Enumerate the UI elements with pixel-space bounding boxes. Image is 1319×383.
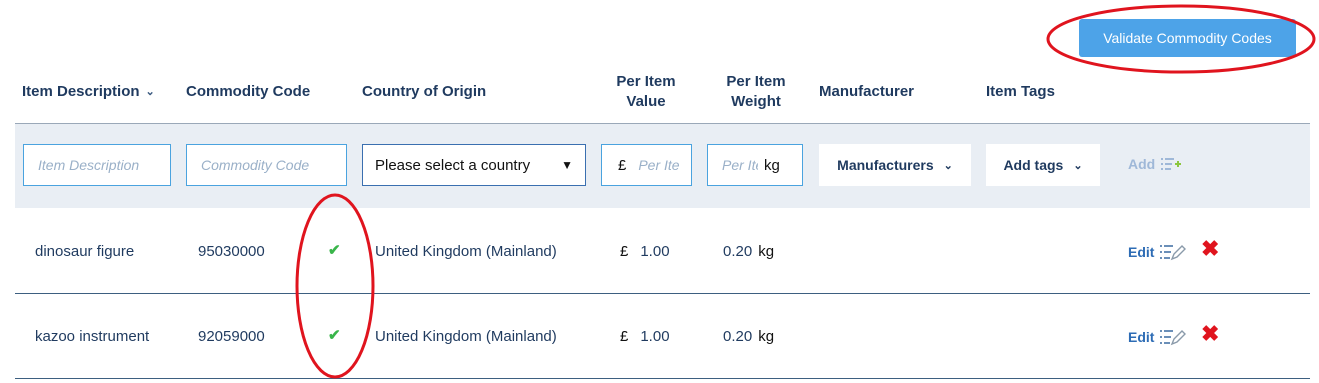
per-item-value-input[interactable]: £: [601, 144, 692, 186]
item-description-input[interactable]: [23, 144, 171, 186]
delete-icon[interactable]: ✖: [1201, 238, 1219, 260]
country-cell: United Kingdom (Mainland): [375, 243, 557, 260]
add-tags-dropdown[interactable]: Add tags ⌄: [986, 144, 1100, 186]
commodity-code-cell: 92059000: [198, 328, 265, 345]
chevron-down-icon[interactable]: ⌄: [146, 82, 155, 102]
edit-list-pencil-icon: [1160, 245, 1187, 261]
weight-unit: kg: [758, 328, 775, 345]
chevron-down-icon: ⌄: [1073, 159, 1083, 172]
manufacturers-dropdown[interactable]: Manufacturers ⌄: [819, 144, 971, 186]
annotation-ellipse-checks: [295, 193, 375, 379]
commodity-code-cell: 95030000: [198, 243, 265, 260]
per-item-value-text-input[interactable]: [636, 156, 681, 174]
column-header-label: Item Description: [22, 83, 140, 100]
country-select[interactable]: Please select a country ▼: [362, 144, 586, 186]
commodity-code-text-input[interactable]: [199, 156, 334, 174]
add-item-label: Add: [1128, 156, 1156, 172]
checkmark-icon: ✔: [328, 327, 341, 344]
list-plus-icon: [1161, 158, 1182, 170]
item-description-cell: dinosaur figure: [35, 243, 135, 260]
row-divider: [15, 378, 1310, 379]
per-item-weight-cell: 0.20 kg: [723, 242, 774, 262]
commodity-code-input[interactable]: [186, 144, 347, 186]
validate-commodity-codes-button[interactable]: Validate Commodity Codes: [1079, 19, 1296, 57]
per-item-weight-cell: 0.20 kg: [723, 327, 774, 347]
currency-symbol: £: [618, 156, 627, 174]
add-item-button[interactable]: Add: [1128, 156, 1182, 172]
weight-unit: kg: [758, 243, 775, 260]
weight-unit: kg: [764, 156, 780, 174]
edit-label: Edit: [1128, 244, 1155, 260]
per-item-value-cell: £1.00: [620, 327, 670, 347]
column-header-per-item-value: Per Item Value: [616, 73, 676, 110]
chevron-down-icon: ⌄: [943, 159, 953, 172]
value-amount: 1.00: [640, 328, 670, 345]
per-item-value-cell: £1.00: [620, 242, 670, 262]
edit-label: Edit: [1128, 329, 1155, 345]
column-header-manufacturer: Manufacturer: [819, 83, 915, 100]
edit-item-button[interactable]: Edit: [1128, 328, 1187, 346]
column-header-per-item-weight: Per Item Weight: [726, 73, 786, 110]
weight-amount: 0.20: [723, 243, 753, 260]
add-tags-dropdown-label: Add tags: [1003, 157, 1064, 173]
country-cell: United Kingdom (Mainland): [375, 328, 557, 345]
per-item-weight-text-input[interactable]: [720, 156, 760, 174]
item-description-text-input[interactable]: [36, 156, 158, 174]
checkmark-icon: ✔: [328, 242, 341, 259]
item-description-cell: kazoo instrument: [35, 328, 150, 345]
per-item-weight-input[interactable]: kg: [707, 144, 803, 186]
column-header-item-description[interactable]: Item Description ⌄: [22, 82, 155, 102]
edit-item-button[interactable]: Edit: [1128, 243, 1187, 261]
column-header-commodity-code: Commodity Code: [186, 83, 311, 100]
caret-down-icon: ▼: [561, 158, 573, 172]
currency-symbol: £: [620, 243, 629, 260]
currency-symbol: £: [620, 328, 629, 345]
country-select-value: Please select a country: [375, 156, 531, 174]
value-amount: 1.00: [640, 243, 670, 260]
column-header-country-of-origin: Country of Origin: [362, 83, 487, 100]
row-divider: [15, 293, 1310, 294]
weight-amount: 0.20: [723, 328, 753, 345]
column-header-item-tags: Item Tags: [986, 83, 1055, 100]
edit-list-pencil-icon: [1160, 330, 1187, 346]
manufacturers-dropdown-label: Manufacturers: [837, 157, 934, 173]
delete-icon[interactable]: ✖: [1201, 323, 1219, 345]
